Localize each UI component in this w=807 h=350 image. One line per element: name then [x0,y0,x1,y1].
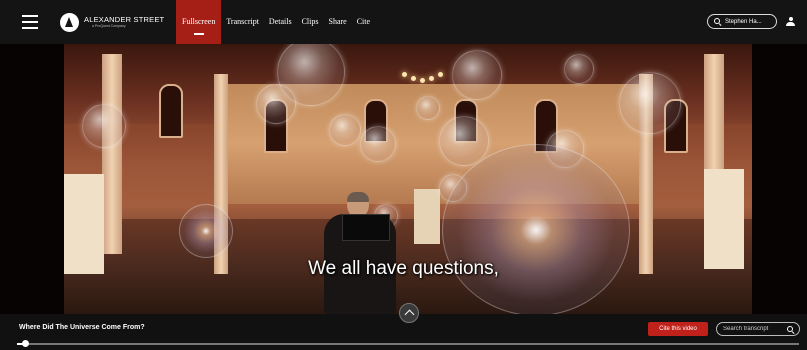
video-caption: We all have questions, [308,258,499,279]
tab-fullscreen[interactable]: Fullscreen [176,0,222,44]
search-button[interactable]: Stephen Ha... [707,14,777,29]
chevron-up-icon [404,309,415,320]
user-icon[interactable] [786,17,795,27]
logo-icon [60,12,79,32]
search-icon[interactable] [787,325,794,333]
tab-transcript[interactable]: Transcript [221,0,264,44]
tab-clips[interactable]: Clips [297,0,324,44]
chandelier [402,64,443,86]
transcript-search-input[interactable] [723,326,783,332]
tab-cite[interactable]: Cite [352,0,375,44]
alexander-street-logo[interactable]: ALEXANDER STREET a ProQuest Company [60,11,164,33]
cite-video-button[interactable]: Cite this video [648,322,708,336]
tab-details[interactable]: Details [264,0,297,44]
expand-details-button[interactable] [399,303,419,323]
hamburger-menu-icon[interactable] [22,15,38,29]
logo-subtitle: a ProQuest Company [92,24,126,28]
tab-share[interactable]: Share [324,0,352,44]
search-query-text: Stephen Ha... [725,18,762,25]
video-title: Where Did The Universe Come From? [19,324,145,331]
speaker-figure [314,192,409,314]
video-player[interactable]: We all have questions, [0,44,807,314]
transcript-search-field[interactable] [716,322,800,336]
progress-handle[interactable] [21,340,29,347]
search-icon [714,18,721,25]
logo-title: ALEXANDER STREET [84,14,165,24]
top-nav-bar: ALEXANDER STREET a ProQuest Company Full… [0,0,807,44]
nav-tabs: Fullscreen Transcript Details Clips Shar… [176,0,375,44]
progress-bar[interactable] [17,340,799,347]
